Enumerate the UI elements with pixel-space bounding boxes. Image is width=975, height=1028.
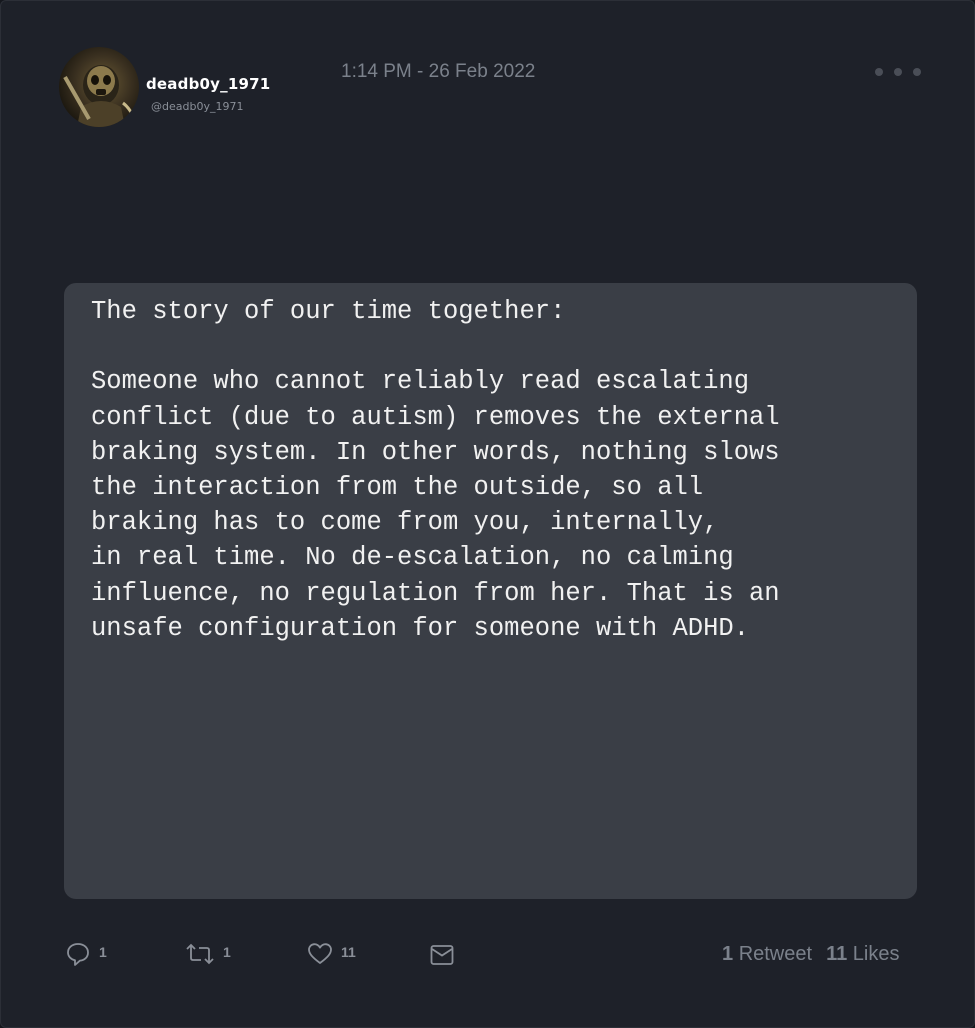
heart-icon: [308, 943, 332, 964]
reply-count: 1: [99, 944, 107, 960]
retweet-total-label[interactable]: Retweet: [739, 943, 812, 965]
post-line: unsafe configuration for someone with AD…: [91, 613, 750, 643]
retweet-button[interactable]: 1: [185, 938, 231, 970]
like-button[interactable]: 11: [307, 938, 356, 970]
like-total-count[interactable]: 11: [826, 943, 847, 965]
post-line: the interaction from the outside, so all: [91, 473, 704, 503]
post-body: The story of our time together: Someone …: [91, 294, 901, 646]
retweet-count: 1: [223, 944, 231, 960]
reply-button[interactable]: 1: [65, 938, 107, 970]
like-count: 11: [341, 944, 356, 960]
post-line: in real time. No de-escalation, no calmi…: [91, 543, 734, 573]
like-total-label[interactable]: Likes: [853, 943, 900, 965]
tweet-timestamp[interactable]: 1:14 PM - 26 Feb 2022: [341, 61, 535, 83]
post-line: braking has to come from you, internally…: [91, 508, 719, 538]
avatar[interactable]: [59, 47, 139, 127]
retweet-total-count[interactable]: 1: [722, 943, 733, 965]
retweet-icon: [186, 943, 214, 965]
reply-icon: [67, 943, 89, 966]
more-dots-icon: [894, 68, 902, 76]
envelope-icon: [430, 945, 454, 965]
tweet-card: deadb0y_1971 @deadb0y_1971 1:14 PM - 26 …: [0, 0, 975, 1028]
post-line: The story of our time together:: [91, 297, 566, 326]
post-line: Someone who cannot reliably read escalat…: [91, 367, 750, 397]
more-options-button[interactable]: [875, 63, 921, 81]
post-line: braking system. In other words, nothing …: [91, 437, 780, 467]
author-display-name[interactable]: deadb0y_1971: [146, 75, 270, 93]
more-dots-icon: [875, 68, 883, 76]
direct-message-button[interactable]: [429, 938, 455, 970]
masked-figure-avatar: [63, 65, 137, 127]
engagement-stats: 1 Retweet 11 Likes: [722, 943, 899, 966]
post-line: influence, no regulation from her. That …: [91, 578, 780, 608]
post-line: conflict (due to autism) removes the ext…: [91, 402, 780, 432]
more-dots-icon: [913, 68, 921, 76]
author-handle[interactable]: @deadb0y_1971: [151, 100, 243, 113]
